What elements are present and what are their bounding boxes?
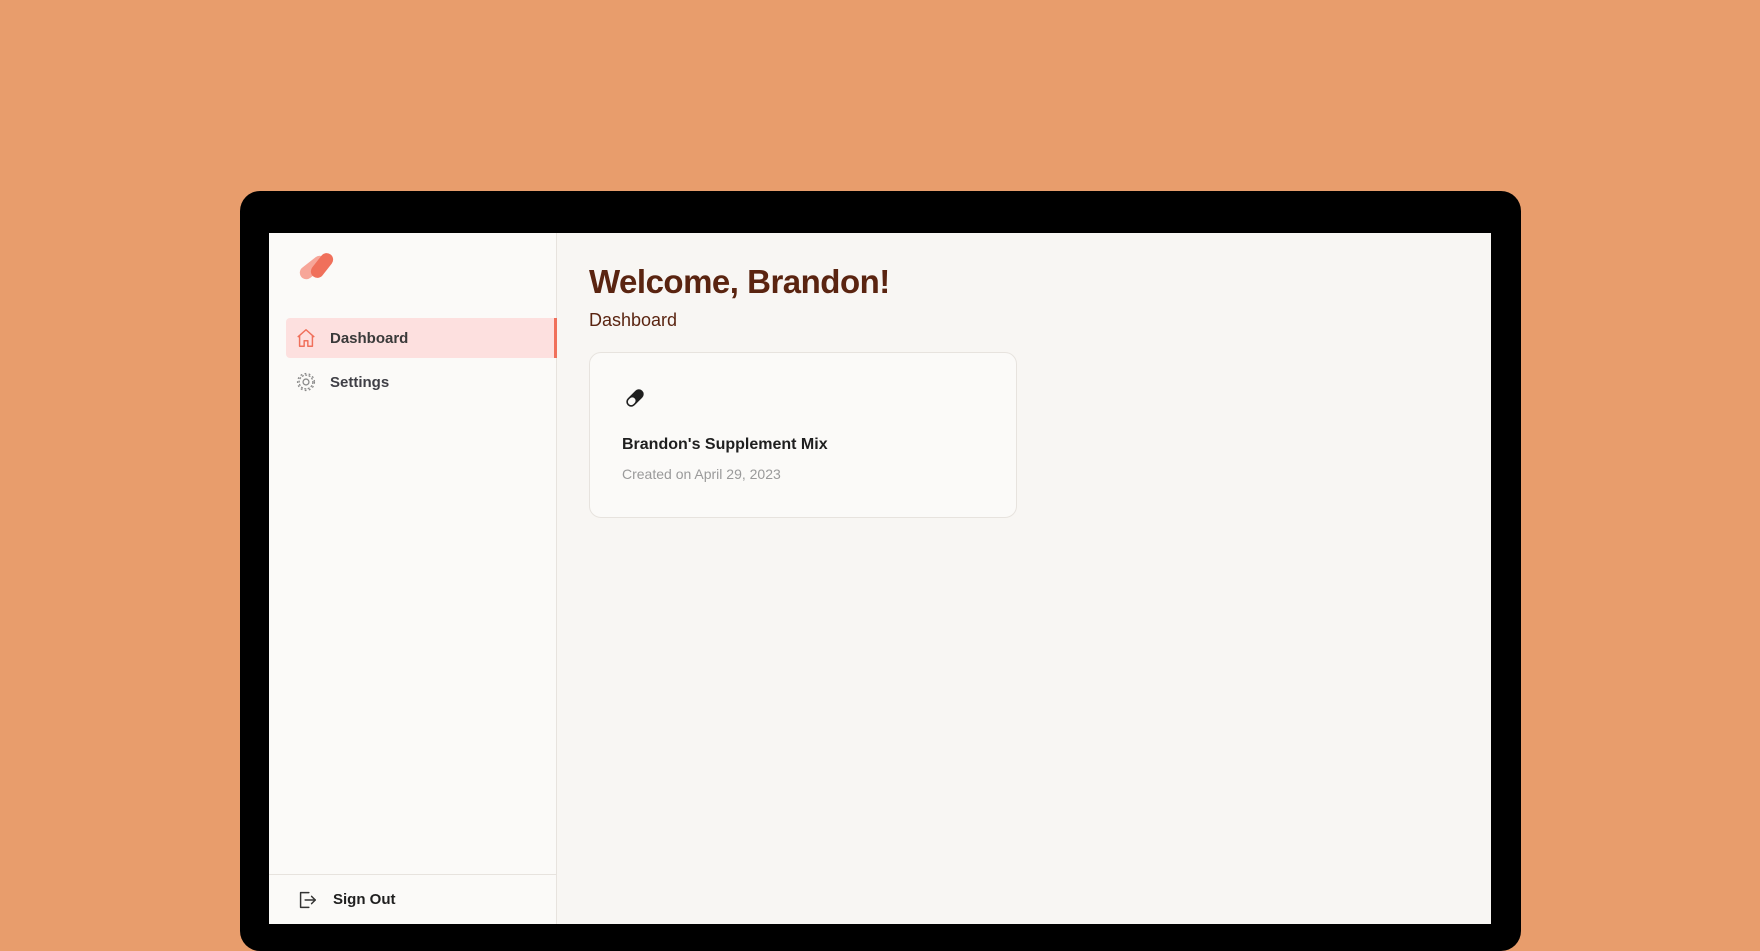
sign-out-button[interactable]: Sign Out [269,874,556,924]
card-title: Brandon's Supplement Mix [622,436,828,453]
card-date: Created on April 29, 2023 [622,466,781,482]
app-screen: Dashboard Settings Sign Out Welcome, Bra… [269,233,1491,924]
sign-out-label: Sign Out [333,891,396,908]
pill-logo-icon[interactable] [296,251,336,281]
sidebar-item-label: Dashboard [330,329,409,347]
gear-icon [295,371,317,393]
sidebar-item-settings[interactable]: Settings [286,362,557,402]
page-title: Welcome, Brandon! [589,263,890,300]
sidebar: Dashboard Settings Sign Out [269,233,557,924]
sign-out-icon [296,889,318,911]
supplement-card[interactable]: Brandon's Supplement Mix Created on Apri… [589,352,1017,518]
main-content: Welcome, Brandon! Dashboard Brandon's Su… [557,233,1491,924]
sidebar-item-dashboard[interactable]: Dashboard [286,318,557,358]
page-subtitle: Dashboard [589,310,678,330]
pill-icon [622,385,648,411]
sidebar-item-label: Settings [330,373,390,391]
home-icon [295,327,317,349]
sidebar-nav: Dashboard Settings [286,318,557,406]
